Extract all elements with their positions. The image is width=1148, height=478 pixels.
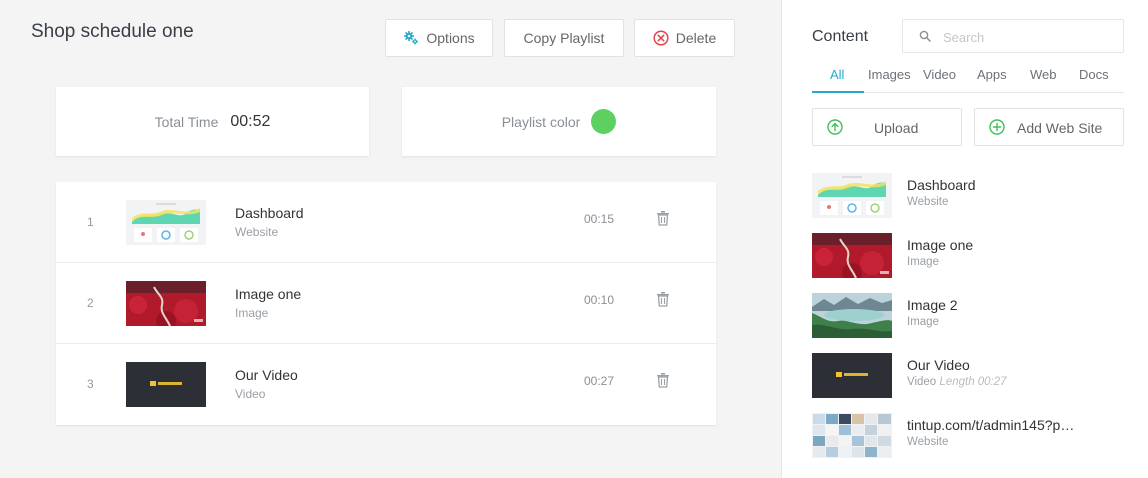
playlist-row[interactable]: 1 Dashboard Website 00:15 bbox=[56, 182, 716, 263]
copy-playlist-button[interactable]: Copy Playlist bbox=[504, 19, 624, 57]
library-item[interactable]: Image 2 Image bbox=[812, 293, 1124, 339]
library-item[interactable]: tintup.com/t/admin145?p… Website bbox=[812, 413, 1124, 459]
library-item-meta: Video Length 00:27 bbox=[907, 376, 1007, 388]
library-item-title: Dashboard bbox=[907, 177, 976, 193]
dashboard-thumbnail bbox=[812, 173, 892, 218]
playlist-color-card: Playlist color bbox=[402, 87, 716, 156]
library-item-type: Image bbox=[907, 316, 939, 328]
add-website-button[interactable]: Add Web Site bbox=[974, 108, 1124, 146]
library-item-title: Our Video bbox=[907, 357, 970, 373]
website-grid-thumbnail bbox=[812, 413, 892, 458]
row-duration: 00:10 bbox=[584, 293, 615, 307]
row-type: Image bbox=[235, 306, 269, 320]
playlist-row[interactable]: 2 Image one Image 00:10 bbox=[56, 263, 716, 344]
trash-icon[interactable] bbox=[656, 210, 670, 226]
library-item-type: Website bbox=[907, 196, 949, 208]
tab-all[interactable]: All bbox=[830, 67, 844, 82]
content-title: Content bbox=[812, 28, 869, 45]
add-website-label: Add Web Site bbox=[1017, 120, 1103, 136]
search-input[interactable] bbox=[943, 27, 1113, 47]
options-label: Options bbox=[426, 30, 475, 46]
video-thumbnail bbox=[126, 362, 206, 407]
total-time-label: Total Time bbox=[154, 113, 219, 130]
library-item[interactable]: Dashboard Website bbox=[812, 173, 1124, 219]
playlist-row[interactable]: 3 Our Video Video 00:27 bbox=[56, 344, 716, 425]
search-icon bbox=[919, 30, 931, 42]
tab-images[interactable]: Images bbox=[868, 67, 911, 82]
lake-landscape-thumbnail bbox=[812, 293, 892, 338]
red-field-thumbnail bbox=[812, 233, 892, 278]
trash-icon[interactable] bbox=[656, 291, 670, 307]
playlist-list: 1 Dashboard Website 00:15 2 Image one Im… bbox=[56, 182, 716, 425]
content-pane: Content All Images Video Apps Web Docs U… bbox=[781, 0, 1148, 478]
delete-label: Delete bbox=[675, 30, 717, 46]
schedule-pane: Shop schedule one Options Copy Playlist bbox=[0, 0, 781, 478]
library-item-type: Video bbox=[907, 376, 937, 388]
playlist-color-label: Playlist color bbox=[501, 113, 581, 130]
upload-arrow-icon bbox=[827, 119, 843, 135]
tab-docs[interactable]: Docs bbox=[1079, 67, 1109, 82]
tab-web[interactable]: Web bbox=[1030, 67, 1057, 82]
playlist-color-swatch[interactable] bbox=[591, 109, 617, 134]
library-item-title: Image one bbox=[907, 237, 974, 253]
row-duration: 00:15 bbox=[584, 212, 615, 226]
row-title: Our Video bbox=[235, 367, 298, 383]
row-type: Video bbox=[235, 387, 266, 401]
copy-playlist-label: Copy Playlist bbox=[523, 30, 605, 46]
row-duration: 00:27 bbox=[584, 374, 615, 388]
close-circle-icon bbox=[653, 30, 669, 46]
library-item[interactable]: Our Video Video Length 00:27 bbox=[812, 353, 1124, 399]
tab-apps[interactable]: Apps bbox=[977, 67, 1007, 82]
delete-button[interactable]: Delete bbox=[634, 19, 735, 57]
library-item[interactable]: Image one Image bbox=[812, 233, 1124, 279]
dashboard-thumbnail bbox=[126, 200, 206, 245]
upload-label: Upload bbox=[874, 120, 919, 136]
video-thumbnail bbox=[812, 353, 892, 398]
tab-video[interactable]: Video bbox=[923, 67, 956, 82]
row-type: Website bbox=[235, 225, 279, 239]
gear-icon bbox=[404, 31, 419, 45]
active-tab-indicator bbox=[812, 91, 864, 93]
row-title: Image one bbox=[235, 286, 302, 302]
total-time-value: 00:52 bbox=[230, 112, 271, 130]
library-item-length: Length 00:27 bbox=[939, 376, 1007, 388]
content-tabs: All Images Video Apps Web Docs bbox=[812, 66, 1124, 93]
total-time-card: Total Time 00:52 bbox=[56, 87, 369, 156]
row-number: 1 bbox=[87, 215, 94, 229]
page-title: Shop schedule one bbox=[31, 21, 194, 42]
library-item-title: Image 2 bbox=[907, 297, 958, 313]
trash-icon[interactable] bbox=[656, 372, 670, 388]
search-box[interactable] bbox=[902, 19, 1124, 53]
row-number: 2 bbox=[87, 296, 94, 310]
plus-circle-icon bbox=[989, 119, 1005, 135]
options-button[interactable]: Options bbox=[385, 19, 493, 57]
row-title: Dashboard bbox=[235, 205, 304, 221]
library-item-type: Website bbox=[907, 436, 949, 448]
row-number: 3 bbox=[87, 377, 94, 391]
library-item-type: Image bbox=[907, 256, 939, 268]
library-item-title: tintup.com/t/admin145?p… bbox=[907, 417, 1075, 433]
red-field-thumbnail bbox=[126, 281, 206, 326]
upload-button[interactable]: Upload bbox=[812, 108, 962, 146]
